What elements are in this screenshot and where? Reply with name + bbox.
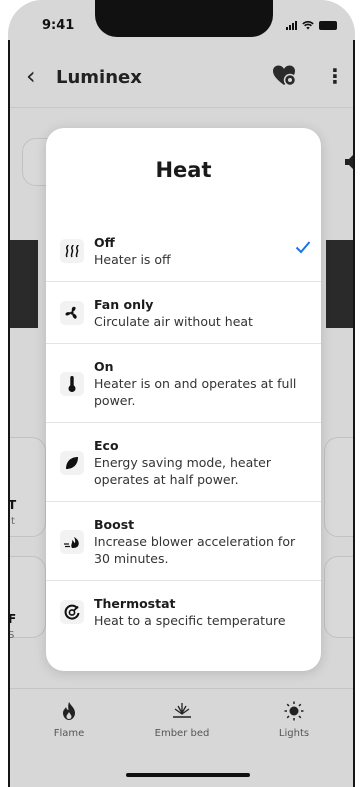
home-indicator <box>126 773 250 777</box>
boost-wind-icon <box>60 529 84 554</box>
option-text: Eco Energy saving mode, heater operates … <box>94 437 321 488</box>
checkmark-icon <box>295 241 311 254</box>
option-title: Off <box>94 235 115 250</box>
thermostat-dial-icon <box>60 600 84 624</box>
signal-icon <box>286 20 297 30</box>
heat-mode-dialog: Heat Off Heater is off Fan only Circulat… <box>46 128 321 671</box>
tab-label: Ember bed <box>154 728 210 739</box>
option-text: Off Heater is off <box>94 234 321 268</box>
option-title: Thermostat <box>94 596 176 611</box>
background-tile-right <box>324 437 355 537</box>
heat-waves-icon <box>60 239 84 263</box>
page-title: Luminex <box>56 67 142 88</box>
thermometer-icon <box>60 371 84 396</box>
option-on[interactable]: On Heater is on and operates at full pow… <box>46 344 321 423</box>
option-description: Energy saving mode, heater operates at h… <box>94 455 272 487</box>
phone-frame-edge <box>8 40 10 787</box>
option-description: Heater is off <box>94 252 171 267</box>
option-fan-only[interactable]: Fan only Circulate air without heat <box>46 282 321 344</box>
wifi-icon <box>302 20 314 30</box>
background-tile-right-2 <box>324 556 355 638</box>
option-title: Boost <box>94 517 135 532</box>
more-options-icon[interactable]: ⋮ <box>325 64 345 88</box>
status-time: 9:41 <box>42 18 75 33</box>
back-chevron-icon[interactable]: ‹ <box>26 62 36 90</box>
phone-screen: 9:41 ‹ Luminex ⋮ T It F S Heat Off Heate… <box>8 0 355 787</box>
option-text: Boost Increase blower acceleration for 3… <box>94 516 321 567</box>
tab-label: Flame <box>53 728 85 739</box>
option-off[interactable]: Off Heater is off <box>46 220 321 282</box>
favorite-heart-settings-icon[interactable] <box>271 63 297 89</box>
option-text: Fan only Circulate air without heat <box>94 296 321 330</box>
phone-frame-edge <box>353 40 355 787</box>
option-title: Fan only <box>94 297 154 312</box>
option-description: Heat to a specific temperature <box>94 613 286 628</box>
ember-bed-icon <box>173 703 191 718</box>
option-title: Eco <box>94 438 119 453</box>
leaf-icon <box>60 450 84 475</box>
dialog-title: Heat <box>155 158 212 182</box>
status-icons <box>286 20 337 30</box>
header-divider <box>8 107 355 108</box>
option-title: On <box>94 359 114 374</box>
option-eco[interactable]: Eco Energy saving mode, heater operates … <box>46 423 321 502</box>
option-thermostat[interactable]: Thermostat Heat to a specific temperatur… <box>46 581 321 642</box>
heat-options-list: Off Heater is off Fan only Circulate air… <box>46 220 321 642</box>
flame-icon <box>63 702 75 720</box>
option-text: On Heater is on and operates at full pow… <box>94 358 321 409</box>
tabbar-divider <box>8 688 355 689</box>
tab-ember-bed[interactable]: Ember bed <box>137 700 227 739</box>
tab-lights[interactable]: Lights <box>249 700 339 739</box>
app-header: ‹ Luminex ⋮ <box>8 58 355 98</box>
option-boost[interactable]: Boost Increase blower acceleration for 3… <box>46 502 321 581</box>
background-image-left <box>8 240 38 328</box>
option-text: Thermostat Heat to a specific temperatur… <box>94 595 321 629</box>
option-description: Increase blower acceleration for 30 minu… <box>94 534 296 566</box>
battery-icon <box>319 20 337 30</box>
tab-flame[interactable]: Flame <box>24 700 114 739</box>
option-description: Circulate air without heat <box>94 314 253 329</box>
tab-label: Lights <box>278 728 310 739</box>
sun-icon <box>284 701 304 721</box>
background-image-right <box>326 240 355 328</box>
notch <box>95 0 273 37</box>
option-description: Heater is on and operates at full power. <box>94 376 297 408</box>
fan-icon <box>60 301 84 325</box>
